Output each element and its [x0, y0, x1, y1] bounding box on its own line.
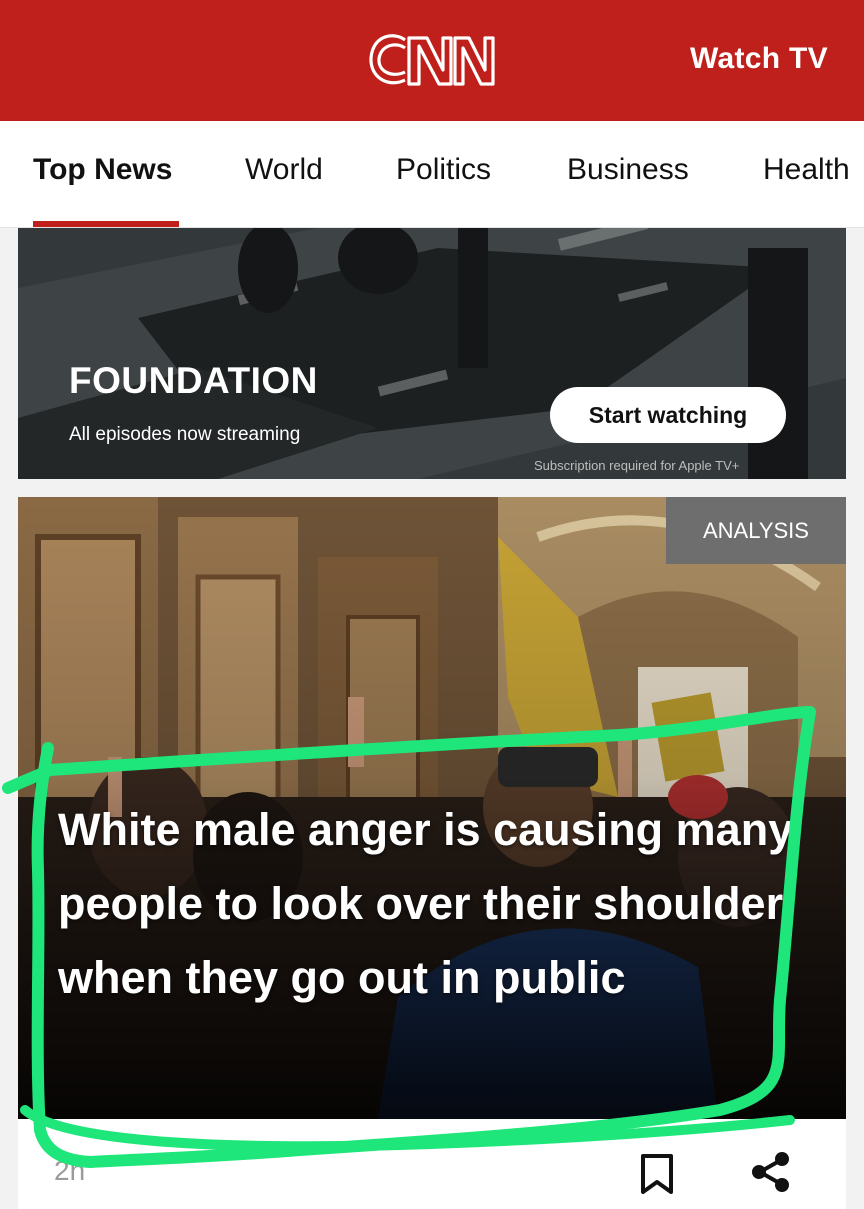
- start-watching-button[interactable]: Start watching: [550, 387, 786, 443]
- tab-health[interactable]: Health: [763, 153, 850, 187]
- analysis-badge: ANALYSIS: [666, 497, 846, 564]
- tab-world[interactable]: World: [245, 153, 323, 187]
- promo-title: FOUNDATION: [69, 360, 318, 401]
- active-tab-indicator: [33, 221, 179, 227]
- article-headline[interactable]: White male anger is causing many people …: [58, 793, 818, 1015]
- section-nav: Top News World Politics Business Health: [0, 121, 864, 228]
- cnn-logo[interactable]: [365, 26, 497, 94]
- article-card[interactable]: ANALYSIS White male anger is causing man…: [18, 497, 846, 1209]
- subscription-note: Subscription required for Apple TV+: [534, 458, 740, 473]
- tab-politics[interactable]: Politics: [396, 153, 491, 187]
- watch-tv-button[interactable]: Watch TV: [690, 42, 828, 76]
- promo-banner[interactable]: FOUNDATION All episodes now streaming St…: [18, 228, 846, 479]
- share-icon[interactable]: [750, 1151, 790, 1193]
- article-timestamp: 2h: [54, 1155, 86, 1186]
- top-bar: Watch TV: [0, 0, 864, 121]
- promo-subtitle: All episodes now streaming: [69, 424, 301, 445]
- tab-business[interactable]: Business: [567, 153, 689, 187]
- article-image[interactable]: ANALYSIS White male anger is causing man…: [18, 497, 846, 1119]
- tab-top-news[interactable]: Top News: [33, 153, 172, 187]
- bookmark-icon[interactable]: [638, 1153, 676, 1195]
